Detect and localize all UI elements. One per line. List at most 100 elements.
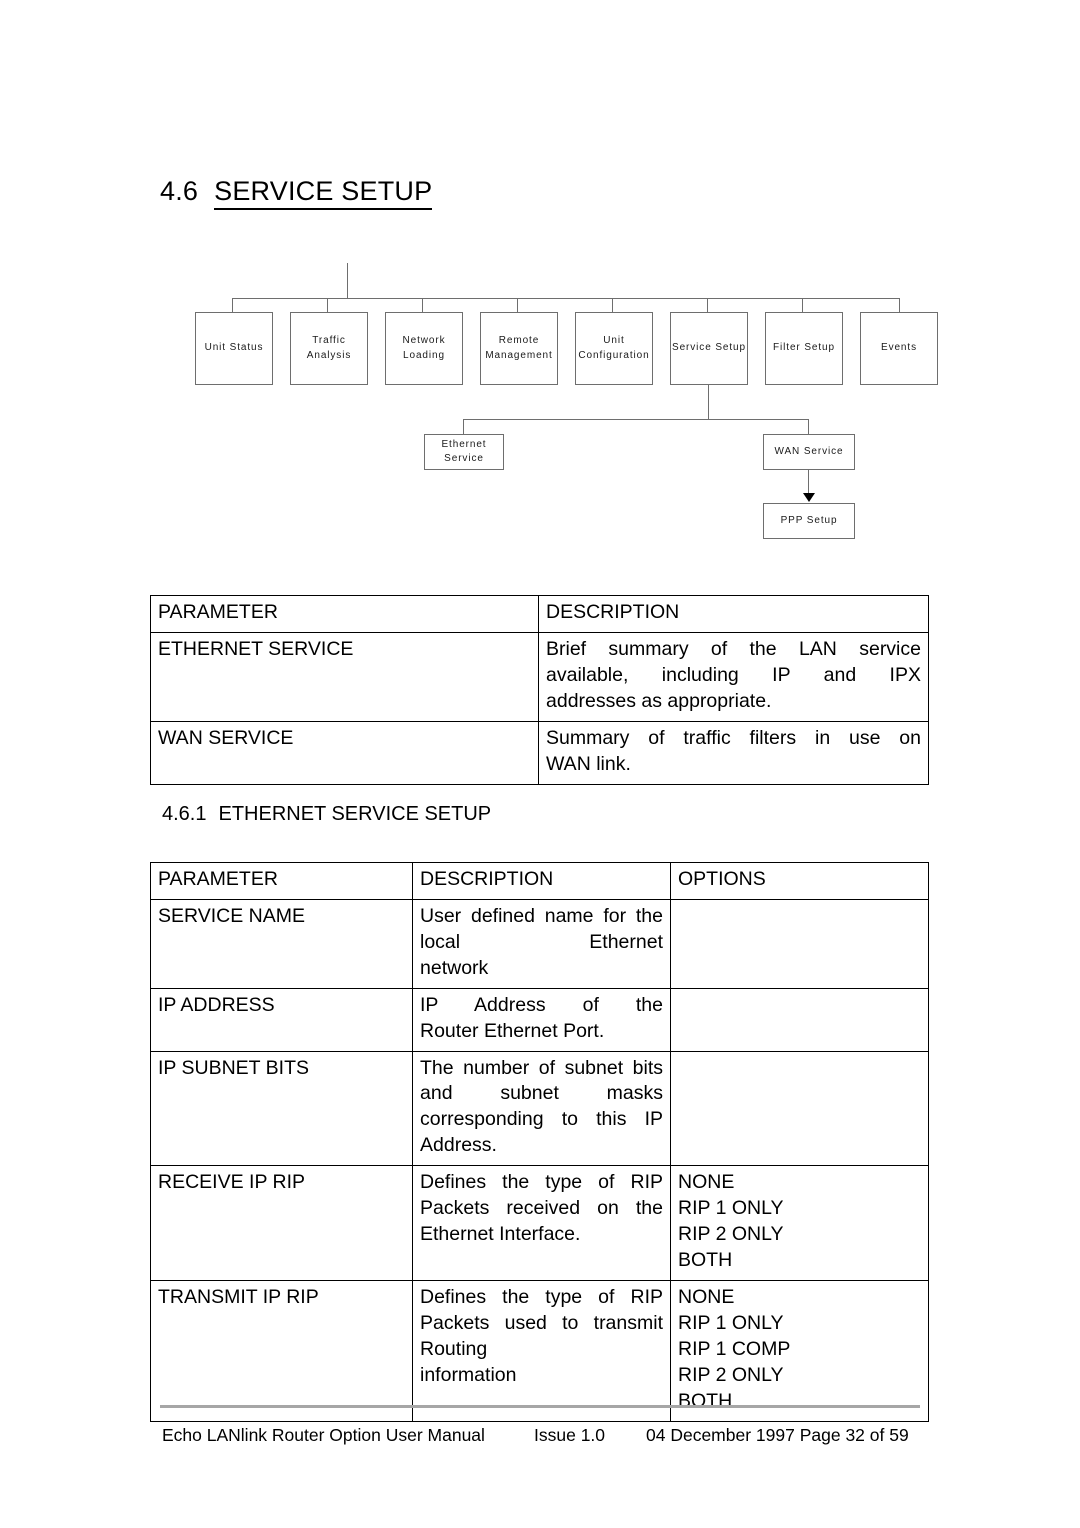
option-item: RIP 1 ONLY (678, 1197, 784, 1220)
footer-divider (160, 1405, 920, 1408)
diagram-box-filter-setup[interactable]: Filter Setup (765, 312, 843, 385)
cell-parameter: TRANSMIT IP RIP (150, 1279, 413, 1422)
cell-options: NONE RIP 1 ONLY RIP 2 ONLY BOTH (670, 1165, 929, 1281)
column-header-description: DESCRIPTION (538, 595, 929, 633)
table-row: IP SUBNET BITS The number of subnet bits… (150, 1050, 929, 1167)
cell-description-text: Brief summary of the LAN service availab… (546, 637, 921, 686)
diagram-box-label: Unit Configuration (578, 335, 650, 361)
services-summary-table: PARAMETER DESCRIPTION ETHERNET SERVICE B… (150, 595, 929, 785)
cell-description: Defines the type of RIP Packets used to … (412, 1279, 671, 1422)
cell-description-lastline: information (420, 1363, 517, 1386)
diagram-connector-drop (899, 298, 900, 312)
cell-parameter: WAN SERVICE (150, 720, 539, 785)
diagram-connector-stem (347, 263, 348, 298)
option-item: NONE (678, 1285, 735, 1308)
cell-description: Brief summary of the LAN service availab… (538, 631, 929, 722)
table-row: RECEIVE IP RIP Defines the type of RIP P… (150, 1165, 929, 1281)
diagram-connector-drop (517, 298, 518, 312)
column-header-parameter: PARAMETER (150, 862, 413, 900)
diagram-box-label: PPP Setup (780, 514, 838, 526)
diagram-box-label: Unit Status (204, 342, 264, 354)
diagram-box-label: Network Loading (402, 335, 446, 361)
table-row: PARAMETER DESCRIPTION (150, 595, 929, 633)
cell-description-lastline: network (420, 956, 489, 979)
ethernet-service-setup-table: PARAMETER DESCRIPTION OPTIONS SERVICE NA… (150, 862, 929, 1422)
diagram-box-ethernet-service[interactable]: Ethernet Service (424, 434, 504, 470)
table-row: TRANSMIT IP RIP Defines the type of RIP … (150, 1279, 929, 1422)
cell-description-lastline: Address. (420, 1134, 497, 1157)
cell-description-text: User defined name for the local Ethernet (420, 904, 663, 953)
diagram-connector-drop (707, 298, 708, 312)
cell-description: Defines the type of RIP Packets received… (412, 1165, 671, 1281)
option-item: BOTH (678, 1389, 733, 1412)
option-item: RIP 1 COMP (678, 1337, 791, 1360)
diagram-connector-arrow-line (808, 470, 809, 495)
cell-description-text: Summary of traffic filters in use on (546, 726, 921, 749)
cell-parameter: IP ADDRESS (150, 987, 413, 1052)
diagram-box-service-setup[interactable]: Service Setup (670, 312, 748, 385)
section-title: SERVICE SETUP (214, 176, 433, 210)
diagram-box-traffic-analysis[interactable]: Traffic Analysis (290, 312, 368, 385)
table-row: IP ADDRESS IP Address of the Router Ethe… (150, 987, 929, 1052)
cell-parameter: ETHERNET SERVICE (150, 631, 539, 722)
diagram-connector-drop (808, 419, 809, 434)
diagram-box-ppp-setup[interactable]: PPP Setup (763, 503, 855, 539)
cell-parameter: SERVICE NAME (150, 898, 413, 989)
footer-issue: Issue 1.0 (534, 1425, 606, 1445)
cell-description-lastline: addresses as appropriate. (546, 689, 772, 712)
arrow-down-icon (803, 493, 815, 502)
column-header-description: DESCRIPTION (412, 862, 671, 900)
column-header-parameter: PARAMETER (150, 595, 539, 633)
cell-description-text: Defines the type of RIP Packets used to … (420, 1285, 663, 1360)
option-item: RIP 2 ONLY (678, 1363, 784, 1386)
diagram-connector-drop (802, 298, 803, 312)
diagram-connector-drop (327, 298, 328, 312)
cell-description-text: The number of subnet bits and subnet mas… (420, 1056, 663, 1131)
column-header-options: OPTIONS (670, 862, 929, 900)
page-footer: Echo LANlink Router Option User Manual Is… (162, 1425, 922, 1446)
option-item: RIP 2 ONLY (678, 1223, 784, 1246)
cell-options (670, 987, 929, 1052)
diagram-box-label: WAN Service (774, 445, 844, 457)
diagram-box-label: Filter Setup (773, 342, 835, 354)
option-item: BOTH (678, 1248, 733, 1271)
diagram-box-label: Remote Management (485, 335, 553, 361)
subsection-number: 4.6.1 (162, 803, 207, 825)
diagram-box-unit-configuration[interactable]: Unit Configuration (575, 312, 653, 385)
cell-parameter: RECEIVE IP RIP (150, 1165, 413, 1281)
option-item: RIP 1 ONLY (678, 1311, 784, 1334)
subsection-title: 4.6.1 ETHERNET SERVICE SETUP (162, 803, 491, 826)
diagram-connector-bus (463, 419, 808, 420)
cell-description: IP Address of the Router Ethernet Port. (412, 987, 671, 1052)
cell-options (670, 898, 929, 989)
option-item: NONE (678, 1171, 735, 1194)
diagram-box-unit-status[interactable]: Unit Status (195, 312, 273, 385)
cell-description: The number of subnet bits and subnet mas… (412, 1050, 671, 1167)
diagram-box-wan-service[interactable]: WAN Service (763, 434, 855, 470)
footer-manual-title: Echo LANlink Router Option User Manual (162, 1425, 485, 1445)
table-row: WAN SERVICE Summary of traffic filters i… (150, 720, 929, 785)
cell-description: Summary of traffic filters in use on WAN… (538, 720, 929, 785)
menu-hierarchy-diagram: Unit Status Traffic Analysis Network Loa… (150, 250, 950, 560)
table-row: PARAMETER DESCRIPTION OPTIONS (150, 862, 929, 900)
cell-description-text: IP Address of the (420, 993, 663, 1016)
diagram-box-remote-management[interactable]: Remote Management (480, 312, 558, 385)
diagram-connector-drop (232, 298, 233, 312)
cell-description-lastline: Ethernet Interface. (420, 1223, 581, 1246)
diagram-box-network-loading[interactable]: Network Loading (385, 312, 463, 385)
diagram-connector-drop (708, 385, 709, 419)
table-row: ETHERNET SERVICE Brief summary of the LA… (150, 631, 929, 722)
cell-options (670, 1050, 929, 1167)
diagram-box-label: Ethernet Service (441, 438, 487, 465)
diagram-box-events[interactable]: Events (860, 312, 938, 385)
cell-options: NONE RIP 1 ONLY RIP 1 COMP RIP 2 ONLY BO… (670, 1279, 929, 1422)
diagram-connector-drop (612, 298, 613, 312)
cell-description-lastline: WAN link. (546, 752, 631, 775)
cell-description: User defined name for the local Ethernet… (412, 898, 671, 989)
subsection-title-text: ETHERNET SERVICE SETUP (218, 803, 492, 825)
cell-description-lastline: Router Ethernet Port. (420, 1019, 605, 1042)
diagram-box-label: Service Setup (672, 342, 746, 354)
diagram-connector-drop (463, 419, 464, 434)
diagram-box-label: Traffic Analysis (306, 335, 352, 361)
footer-date-page: 04 December 1997 Page 32 of 59 (646, 1425, 909, 1445)
